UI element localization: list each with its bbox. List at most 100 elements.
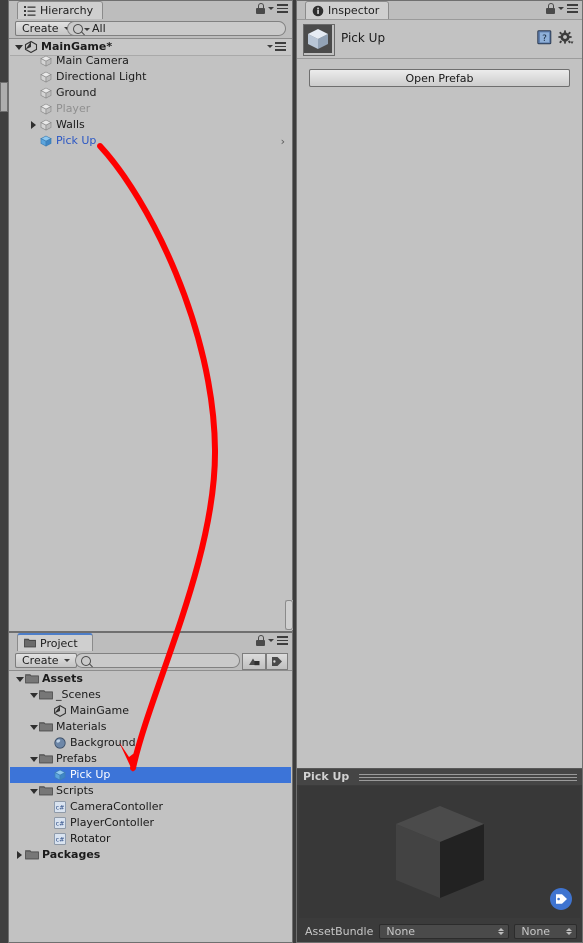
panel-menu-icon[interactable] — [277, 636, 288, 645]
project-create-button[interactable]: Create — [15, 653, 77, 668]
tab-hierarchy[interactable]: Hierarchy — [17, 1, 103, 19]
panel-menu-icon[interactable] — [277, 4, 288, 13]
scene-icon — [53, 704, 67, 718]
hierarchy-row-walls[interactable]: Walls — [10, 117, 291, 133]
expand-toggle[interactable] — [28, 783, 39, 799]
filter-by-label-icon[interactable] — [266, 653, 288, 670]
hierarchy-row-pick-up[interactable]: Pick Up › — [10, 133, 291, 149]
expand-toggle[interactable] — [14, 671, 25, 687]
expand-spacer — [28, 133, 39, 149]
svg-text:c#: c# — [56, 820, 65, 828]
chevron-down-icon[interactable] — [268, 7, 274, 10]
expand-toggle[interactable] — [28, 687, 39, 703]
tree-row-label: PlayerContoller — [70, 816, 155, 829]
project-row-rotator[interactable]: c# Rotator — [10, 831, 291, 847]
project-row-maingame[interactable]: MainGame — [10, 703, 291, 719]
project-row-background[interactable]: Background — [10, 735, 291, 751]
hierarchy-vscrollbar[interactable] — [285, 600, 293, 630]
project-row-scripts[interactable]: Scripts — [10, 783, 291, 799]
panel-menu-icon[interactable] — [567, 4, 578, 13]
tab-hierarchy-label: Hierarchy — [40, 4, 94, 17]
lock-icon[interactable] — [256, 635, 265, 646]
hierarchy-tab-actions — [256, 3, 288, 14]
project-row-materials[interactable]: Materials — [10, 719, 291, 735]
hierarchy-row-directional-light[interactable]: Directional Light — [10, 69, 291, 85]
chevron-down-icon[interactable] — [268, 639, 274, 642]
expand-spacer — [28, 101, 39, 117]
expand-spacer — [42, 703, 53, 719]
gameobject-icon — [39, 70, 53, 84]
expand-toggle[interactable] — [14, 847, 25, 863]
hierarchy-row-player[interactable]: Player — [10, 101, 291, 117]
asset-preview-panel: Pick Up AssetBundle None None — [297, 768, 582, 942]
hierarchy-row-ground[interactable]: Ground — [10, 85, 291, 101]
project-row-pick-up[interactable]: Pick Up — [10, 767, 291, 783]
collapsed-left-dock — [0, 0, 8, 943]
tree-row-label: Directional Light — [56, 70, 147, 83]
hierarchy-row-main-camera[interactable]: Main Camera — [10, 53, 291, 69]
project-row-assets[interactable]: Assets — [10, 671, 291, 687]
project-search-input[interactable] — [75, 653, 240, 668]
scene-menu-icon[interactable] — [275, 42, 286, 51]
preview-header[interactable]: Pick Up — [297, 769, 582, 785]
tree-row-label: MainGame — [70, 704, 130, 717]
expand-spacer — [28, 69, 39, 85]
hierarchy-search-input[interactable]: All — [67, 21, 286, 36]
project-tabbar: Project — [9, 633, 292, 652]
tree-row-label: Scripts — [56, 784, 94, 797]
tag-icon[interactable] — [550, 888, 572, 910]
project-row-playercontoller[interactable]: c# PlayerContoller — [10, 815, 291, 831]
assetbundle-name-dropdown[interactable]: None — [379, 923, 510, 939]
lock-icon[interactable] — [256, 3, 265, 14]
lock-icon[interactable] — [546, 3, 555, 14]
tree-row-label: Main Camera — [56, 54, 129, 67]
tree-row-label: Ground — [56, 86, 97, 99]
hierarchy-panel: Hierarchy Create All MainGame* Main Came… — [8, 0, 293, 632]
chevron-down-icon[interactable] — [267, 45, 273, 48]
chevron-down-icon[interactable] — [558, 7, 564, 10]
project-create-label: Create — [22, 654, 59, 667]
open-prefab-button[interactable]: Open Prefab — [309, 69, 570, 87]
assetbundle-variant-dropdown[interactable]: None — [514, 923, 578, 939]
open-prefab-label: Open Prefab — [405, 71, 474, 85]
inspector-object-name: Pick Up — [341, 31, 386, 45]
project-row-packages[interactable]: Packages — [10, 847, 291, 863]
hierarchy-toolbar: Create All — [9, 19, 292, 39]
tab-project[interactable]: Project — [17, 633, 93, 651]
project-row-prefabs[interactable]: Prefabs — [10, 751, 291, 767]
open-prefab-chevron-icon[interactable]: › — [281, 135, 285, 148]
help-book-icon[interactable]: ? — [537, 30, 552, 48]
project-row--scenes[interactable]: _Scenes — [10, 687, 291, 703]
search-icon — [73, 23, 83, 34]
tree-row-label: Rotator — [70, 832, 111, 845]
folder-icon — [39, 688, 53, 702]
gear-icon[interactable] — [558, 30, 574, 48]
project-tree: Assets _Scenes MainGame Materials Backgr… — [10, 671, 291, 941]
tree-row-label: Pick Up — [70, 768, 111, 781]
expand-toggle[interactable] — [28, 719, 39, 735]
prefab-icon — [39, 134, 53, 148]
project-panel: Project Create Assets _Scenes MainGame M… — [8, 632, 293, 943]
tab-inspector[interactable]: Inspector — [305, 1, 389, 19]
filter-by-type-icon[interactable] — [242, 653, 266, 670]
cube-3d-preview[interactable] — [299, 786, 580, 918]
expand-toggle[interactable] — [28, 751, 39, 767]
unity-scene-icon — [24, 40, 38, 54]
expand-spacer — [28, 85, 39, 101]
assetbundle-name-value: None — [386, 924, 416, 938]
collapsed-dock-handle[interactable] — [0, 82, 8, 112]
project-row-cameracontoller[interactable]: c# CameraContoller — [10, 799, 291, 815]
assetbundle-row: AssetBundle None None — [297, 920, 582, 942]
csharp-script-icon: c# — [53, 816, 67, 830]
prefab-cube-thumbnail — [303, 24, 335, 56]
hierarchy-icon — [24, 5, 36, 17]
prefab-icon — [53, 768, 67, 782]
hierarchy-tree: Main Camera Directional Light Ground Pla… — [10, 53, 291, 630]
expand-spacer — [42, 831, 53, 847]
expand-toggle[interactable] — [28, 117, 39, 133]
